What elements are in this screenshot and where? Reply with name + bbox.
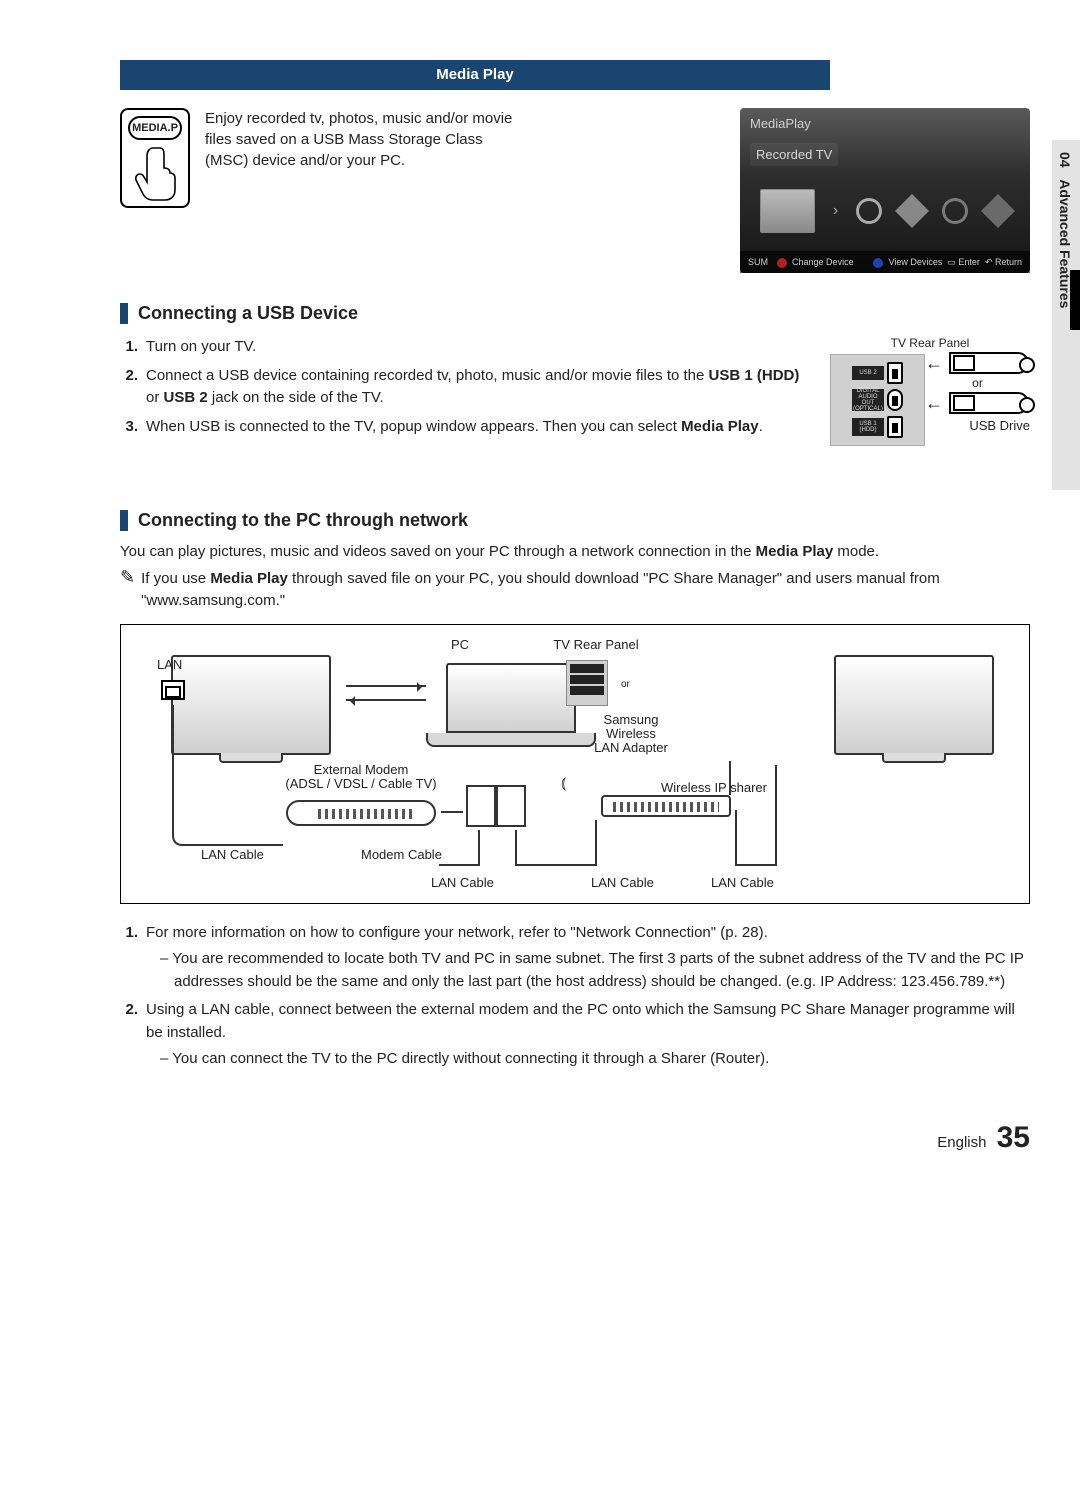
settings-icon — [981, 194, 1015, 228]
pc-steps: 1. For more information on how to config… — [120, 922, 1030, 1071]
usb-section-heading: Connecting a USB Device — [120, 303, 1030, 324]
usb-drive-icon — [949, 352, 1029, 374]
lan-cable-label: LAN Cable — [591, 875, 654, 890]
usb2-port-label: USB 2 — [852, 366, 884, 380]
router-icon — [601, 795, 731, 817]
media-play-banner: Media Play — [120, 60, 830, 90]
step-number: 2. — [120, 999, 138, 1071]
change-device-label: Change Device — [792, 257, 854, 267]
photos-icon — [942, 198, 968, 224]
usb-diagram: TV Rear Panel USB 2 DIGITALAUDIO OUT(OPT… — [830, 336, 1030, 450]
footer-lang: English — [937, 1134, 986, 1151]
wifi-icon: ⦅ — [561, 775, 566, 793]
usb-drive-icon — [949, 392, 1029, 414]
lan-cable-label: LAN Cable — [711, 875, 774, 890]
connection-arrows-icon — [346, 685, 426, 715]
modem-cable-label: Modem Cable — [361, 847, 442, 862]
tv-preview-icons: › — [760, 188, 1010, 234]
tv-preview-selection: Recorded TV — [750, 143, 838, 166]
step-text: For more information on how to configure… — [146, 924, 768, 941]
hand-icon — [132, 144, 182, 202]
step-number: 1. — [120, 922, 138, 994]
usb-port-icon — [887, 416, 903, 438]
lan-port-icon — [161, 680, 185, 700]
remote-button-illustration: MEDIA.P — [120, 108, 190, 208]
pc-label: PC — [451, 637, 469, 652]
page-number: 35 — [997, 1121, 1030, 1154]
arrow-left-icon: ← — [925, 353, 943, 374]
step-number: 1. — [120, 336, 138, 359]
list-item: 2. Connect a USB device containing recor… — [120, 365, 800, 410]
a-button-icon — [777, 258, 787, 268]
step-text: Connect a USB device containing recorded… — [146, 365, 800, 410]
step-number: 2. — [120, 365, 138, 410]
rear-panel-icon — [566, 660, 608, 706]
tv-preview-title: MediaPlay — [750, 116, 1020, 131]
usb-port-icon — [887, 362, 903, 384]
sub-item: – You are recommended to locate both TV … — [146, 948, 1030, 993]
d-button-icon — [873, 258, 883, 268]
monitor-icon — [834, 655, 994, 755]
remote-button-label: MEDIA.P — [128, 116, 182, 140]
network-diagram: LAN PC TV Rear Panel or Samsung Wireless… — [120, 624, 1030, 904]
adapter-label: Samsung — [604, 712, 659, 727]
optical-port-icon — [887, 389, 903, 411]
list-item: 1. Turn on your TV. — [120, 336, 800, 359]
lan-label: LAN — [157, 657, 182, 672]
arrow-left-icon: ← — [925, 393, 943, 414]
page-footer: English 35 — [120, 1121, 1030, 1155]
banner-title: Media Play — [436, 66, 514, 83]
pc-section-heading: Connecting to the PC through network — [120, 510, 1030, 531]
usb-steps: 1. Turn on your TV. 2. Connect a USB dev… — [120, 336, 800, 438]
step-text: Turn on your TV. — [146, 336, 256, 359]
tv-preview-footer: SUM Change Device View Devices ▭ Enter ↶… — [740, 251, 1030, 273]
sum-label: SUM — [748, 257, 768, 267]
note: ✎ If you use Media Play through saved fi… — [120, 568, 1030, 612]
note-icon: ✎ — [120, 568, 135, 612]
tv-preview: MediaPlay Recorded TV › SUM Change Devic… — [740, 108, 1030, 273]
sub-item: – You can connect the TV to the PC direc… — [146, 1048, 1030, 1071]
recorded-thumb-icon — [760, 189, 815, 233]
step-text: Using a LAN cable, connect between the e… — [146, 1001, 1015, 1041]
usb-drive-label: USB Drive — [925, 418, 1030, 433]
music-icon — [895, 194, 929, 228]
view-devices-label: View Devices — [889, 257, 943, 267]
list-item: 1. For more information on how to config… — [120, 922, 1030, 994]
chevron-right-icon: › — [833, 202, 838, 220]
list-item: 2. Using a LAN cable, connect between th… — [120, 999, 1030, 1071]
or-label: or — [925, 376, 1030, 390]
return-label: Return — [995, 257, 1022, 267]
side-black-mark — [1070, 270, 1080, 330]
modem-icon — [286, 800, 436, 826]
rear-panel-label: TV Rear Panel — [830, 336, 1030, 350]
lan-cable-label: LAN Cable — [201, 847, 264, 862]
rear-panel-icon: USB 2 DIGITALAUDIO OUT(OPTICAL) USB 1(HD… — [830, 354, 925, 446]
wall-port-icon — [496, 785, 526, 827]
videos-icon — [856, 198, 882, 224]
monitor-icon — [171, 655, 331, 755]
intro-text: Enjoy recorded tv, photos, music and/or … — [205, 108, 515, 208]
pc-intro: You can play pictures, music and videos … — [120, 543, 1030, 560]
or-label: or — [621, 679, 630, 690]
manual-page: 04 Advanced Features Media Play MEDIA.P … — [0, 0, 1080, 1195]
section-number: 04 — [1057, 152, 1073, 168]
list-item: 3. When USB is connected to the TV, popu… — [120, 416, 800, 439]
sharer-label: Wireless IP sharer — [661, 780, 767, 795]
step-number: 3. — [120, 416, 138, 439]
rear-panel-label: TV Rear Panel — [541, 637, 651, 652]
lan-cable-label: LAN Cable — [431, 875, 494, 890]
external-modem-label: External Modem — [314, 762, 409, 777]
step-text: When USB is connected to the TV, popup w… — [146, 416, 763, 439]
enter-label: Enter — [958, 257, 980, 267]
wall-port-icon — [466, 785, 496, 827]
